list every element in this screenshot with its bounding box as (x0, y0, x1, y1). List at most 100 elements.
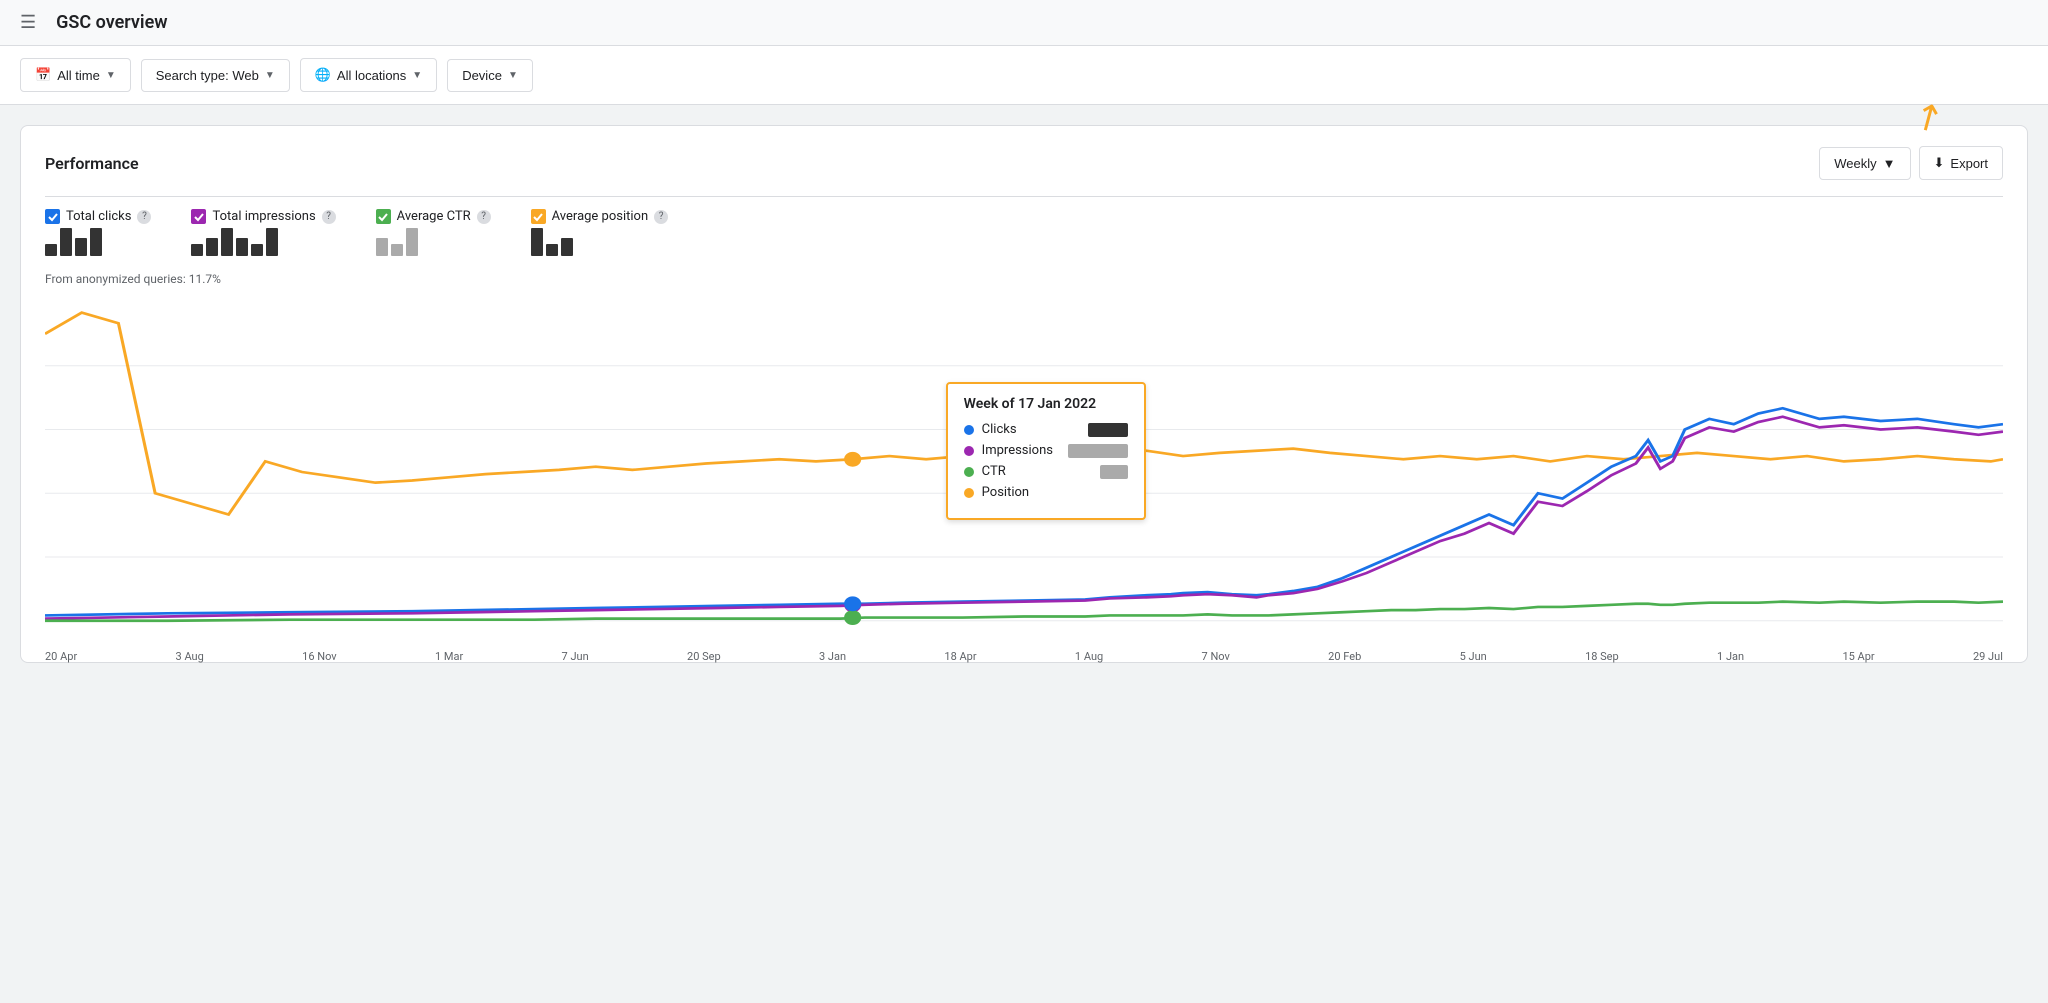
value-block-1 (45, 244, 57, 256)
performance-header: Performance ↗ Weekly ▼ ⬇ Export (45, 146, 2003, 180)
total-impressions-value (191, 228, 335, 256)
value-block-3 (75, 238, 87, 256)
total-impressions-checkbox[interactable] (191, 209, 206, 224)
pos-block-1 (531, 228, 543, 256)
total-clicks-help[interactable]: ? (137, 210, 151, 224)
weekly-button[interactable]: Weekly ▼ (1819, 147, 1910, 180)
chart-tooltip: Week of 17 Jan 2022 Clicks Impressions (946, 382, 1146, 520)
average-position-checkbox[interactable] (531, 209, 546, 224)
hamburger-icon[interactable]: ☰ (20, 12, 36, 33)
x-label-14: 15 Apr (1842, 650, 1874, 663)
total-impressions-label: Total impressions (212, 209, 315, 224)
tooltip-ctr-dot (964, 467, 974, 477)
header-actions: ↗ Weekly ▼ ⬇ Export (1819, 146, 2003, 180)
x-label-1: 3 Aug (176, 650, 204, 663)
tooltip-impressions-label-wrap: Impressions (964, 443, 1053, 458)
tooltip-clicks-dot (964, 425, 974, 435)
average-position-metric: Average position ? (531, 209, 669, 256)
x-label-6: 3 Jan (819, 650, 846, 663)
divider (45, 196, 2003, 197)
tooltip-row-clicks: Clicks (964, 422, 1128, 437)
total-clicks-label-row: Total clicks ? (45, 209, 151, 224)
tooltip-row-position: Position (964, 485, 1128, 500)
average-ctr-metric: Average CTR ? (376, 209, 491, 256)
imp-block-6 (266, 228, 278, 256)
tooltip-clicks-label-wrap: Clicks (964, 422, 1017, 437)
imp-block-4 (236, 238, 248, 256)
pos-block-2 (546, 244, 558, 256)
total-impressions-help[interactable]: ? (322, 210, 336, 224)
average-ctr-label-row: Average CTR ? (376, 209, 491, 224)
tooltip-date: Week of 17 Jan 2022 (964, 396, 1128, 412)
average-ctr-help[interactable]: ? (477, 210, 491, 224)
x-label-13: 1 Jan (1717, 650, 1744, 663)
main-content: Performance ↗ Weekly ▼ ⬇ Export (0, 105, 2048, 683)
time-filter-arrow: ▼ (106, 70, 116, 81)
x-label-4: 7 Jun (562, 650, 589, 663)
tooltip-position-label: Position (982, 485, 1029, 500)
total-clicks-metric: Total clicks ? (45, 209, 151, 256)
tooltip-impressions-label: Impressions (982, 443, 1053, 458)
tooltip-clicks-label: Clicks (982, 422, 1017, 437)
total-clicks-checkbox[interactable] (45, 209, 60, 224)
total-impressions-label-row: Total impressions ? (191, 209, 335, 224)
page-title: GSC overview (56, 12, 167, 33)
ctr-block-2 (391, 244, 403, 256)
locations-filter-label: All locations (337, 68, 406, 83)
tooltip-clicks-value (1088, 423, 1128, 437)
device-filter-button[interactable]: Device ▼ (447, 59, 533, 92)
average-ctr-label: Average CTR (397, 209, 471, 224)
filter-bar: 📅 All time ▼ Search type: Web ▼ 🌐 All lo… (0, 46, 2048, 105)
x-label-15: 29 Jul (1973, 650, 2003, 663)
total-clicks-label: Total clicks (66, 209, 131, 224)
metrics-row: Total clicks ? Total impressions (45, 209, 2003, 256)
time-filter-button[interactable]: 📅 All time ▼ (20, 58, 131, 92)
export-button[interactable]: ⬇ Export (1919, 146, 2003, 180)
search-type-arrow: ▼ (265, 70, 275, 81)
tooltip-impressions-value (1068, 444, 1128, 458)
performance-title: Performance (45, 154, 139, 173)
performance-card: Performance ↗ Weekly ▼ ⬇ Export (20, 125, 2028, 663)
total-clicks-value (45, 228, 151, 256)
x-label-12: 18 Sep (1585, 650, 1619, 663)
export-icon: ⬇ (1934, 155, 1945, 171)
tooltip-row-impressions: Impressions (964, 443, 1128, 458)
device-arrow: ▼ (508, 70, 518, 81)
tooltip-impressions-dot (964, 446, 974, 456)
x-label-11: 5 Jun (1460, 650, 1487, 663)
x-label-3: 1 Mar (435, 650, 463, 663)
search-type-filter-button[interactable]: Search type: Web ▼ (141, 59, 290, 92)
x-label-0: 20 Apr (45, 650, 77, 663)
x-label-2: 16 Nov (302, 650, 336, 663)
average-position-label-row: Average position ? (531, 209, 669, 224)
average-position-help[interactable]: ? (654, 210, 668, 224)
time-filter-label: All time (57, 68, 100, 83)
imp-block-1 (191, 244, 203, 256)
average-ctr-value (376, 228, 491, 256)
average-ctr-checkbox[interactable] (376, 209, 391, 224)
average-position-value (531, 228, 669, 256)
x-axis-labels: 20 Apr 3 Aug 16 Nov 1 Mar 7 Jun 20 Sep 3… (45, 646, 2003, 663)
anonymized-note: From anonymized queries: 11.7% (45, 272, 2003, 286)
weekly-label: Weekly (1834, 156, 1876, 171)
tooltip-ctr-label-wrap: CTR (964, 464, 1006, 479)
imp-block-3 (221, 228, 233, 256)
tooltip-ctr-label: CTR (982, 464, 1006, 479)
locations-arrow: ▼ (412, 70, 422, 81)
ctr-block-1 (376, 238, 388, 256)
tooltip-ctr-value (1100, 465, 1128, 479)
locations-filter-button[interactable]: 🌐 All locations ▼ (300, 58, 437, 92)
value-block-4 (90, 228, 102, 256)
tooltip-row-ctr: CTR (964, 464, 1128, 479)
x-label-8: 1 Aug (1075, 650, 1103, 663)
globe-icon: 🌐 (315, 67, 331, 83)
device-filter-label: Device (462, 68, 502, 83)
export-label: Export (1950, 156, 1988, 171)
calendar-icon: 📅 (35, 67, 51, 83)
total-impressions-metric: Total impressions ? (191, 209, 335, 256)
value-block-2 (60, 228, 72, 256)
ctr-block-3 (406, 228, 418, 256)
tooltip-position-dot (964, 488, 974, 498)
imp-block-5 (251, 244, 263, 256)
search-type-filter-label: Search type: Web (156, 68, 259, 83)
